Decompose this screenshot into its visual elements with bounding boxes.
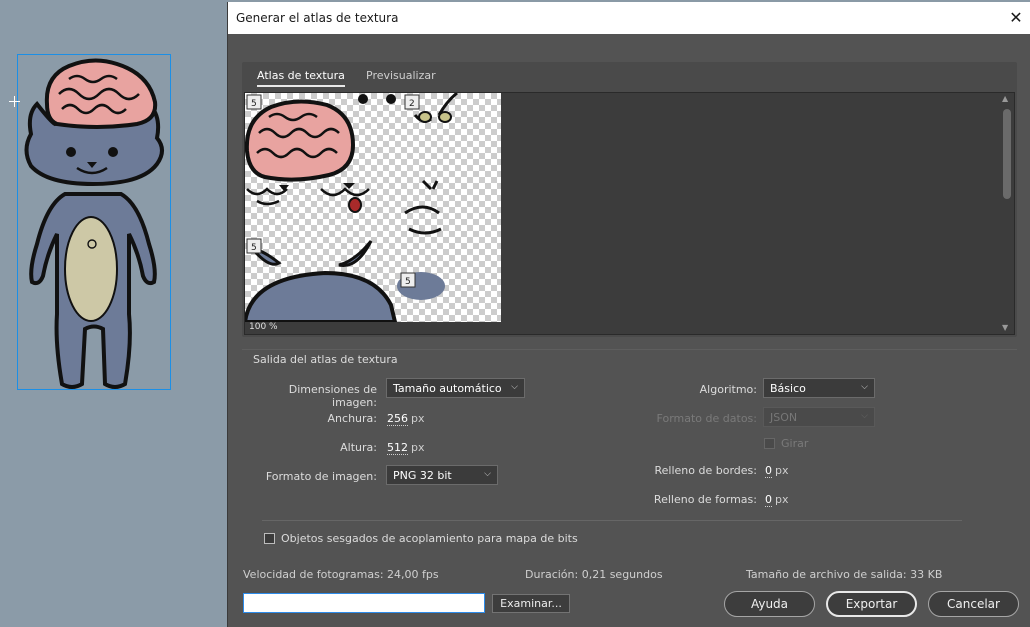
tab-panel: Atlas de textura Previsualizar 5 2 5 5 1…: [242, 62, 1017, 337]
output-settings-group: Salida del atlas de textura Dimensiones …: [242, 349, 1017, 549]
title-bar: Generar el atlas de textura ✕: [228, 2, 1030, 34]
image-format-label: Formato de imagen:: [265, 470, 377, 483]
data-format-select[interactable]: JSON ⌵: [763, 407, 875, 427]
image-format-value: PNG 32 bit: [393, 469, 452, 482]
border-padding-field[interactable]: 0 px: [765, 464, 789, 478]
scroll-up-icon[interactable]: ▲: [1002, 94, 1008, 103]
texture-atlas-dialog: Generar el atlas de textura ✕ Atlas de t…: [227, 2, 1030, 627]
stage-canvas[interactable]: [0, 0, 230, 627]
scroll-down-icon[interactable]: ▼: [1002, 323, 1008, 332]
chevron-down-icon: ⌵: [511, 382, 518, 392]
dialog-title: Generar el atlas de textura: [236, 11, 399, 25]
algorithm-label: Algoritmo:: [699, 383, 757, 396]
image-format-select[interactable]: PNG 32 bit ⌵: [386, 465, 498, 485]
atlas-canvas: 5 2 5 5: [245, 93, 501, 322]
shape-padding-field[interactable]: 0 px: [765, 493, 789, 507]
width-unit: px: [411, 412, 425, 425]
width-value[interactable]: 256: [387, 412, 408, 426]
close-icon[interactable]: ✕: [1007, 9, 1025, 27]
tab-preview[interactable]: Previsualizar: [366, 69, 436, 82]
width-field[interactable]: 256 px: [387, 412, 425, 426]
zoom-level: 100 %: [247, 322, 280, 332]
badge-1: 5: [251, 99, 257, 109]
image-dimensions-select[interactable]: Tamaño automático ⌵: [386, 378, 525, 398]
algorithm-select[interactable]: Básico ⌵: [763, 378, 875, 398]
browse-button[interactable]: Examinar...: [492, 594, 570, 613]
export-button[interactable]: Exportar: [826, 591, 917, 617]
chevron-down-icon: ⌵: [861, 382, 868, 392]
output-group-title: Salida del atlas de textura: [253, 353, 398, 366]
shape-padding-value[interactable]: 0: [765, 493, 772, 507]
bitmap-option-label[interactable]: Objetos sesgados de acoplamiento para ma…: [281, 532, 578, 545]
rotate-checkbox[interactable]: [764, 438, 775, 449]
badge-4: 5: [405, 277, 411, 287]
help-button[interactable]: Ayuda: [724, 591, 815, 617]
image-dimensions-value: Tamaño automático: [393, 382, 502, 395]
bitmap-option-checkbox[interactable]: [264, 533, 275, 544]
divider: [262, 520, 962, 521]
algorithm-value: Básico: [770, 382, 806, 395]
output-path-input[interactable]: [243, 593, 485, 613]
image-dimensions-label: Dimensiones de imagen:: [288, 383, 377, 409]
badge-2: 2: [409, 99, 415, 109]
atlas-sprites: 5 2 5 5: [245, 93, 458, 322]
registration-point-icon: [9, 96, 20, 107]
border-padding-value[interactable]: 0: [765, 464, 772, 478]
width-label: Anchura:: [327, 412, 377, 425]
chevron-down-icon: ⌵: [861, 411, 868, 421]
rotate-label: Girar: [781, 437, 809, 450]
tab-texture-atlas[interactable]: Atlas de textura: [257, 69, 345, 87]
height-label: Altura:: [340, 441, 377, 454]
shape-padding-label: Relleno de formas:: [653, 493, 757, 506]
atlas-preview: 5 2 5 5 100 % ▲ ▼: [244, 92, 1015, 335]
border-padding-unit: px: [775, 464, 789, 477]
preview-scrollbar[interactable]: ▲ ▼: [1000, 93, 1014, 334]
height-unit: px: [411, 441, 425, 454]
badge-3: 5: [251, 243, 257, 253]
height-field[interactable]: 512 px: [387, 441, 425, 455]
frame-rate-stat: Velocidad de fotogramas: 24,00 fps: [243, 568, 439, 581]
selection-box[interactable]: [17, 54, 171, 390]
duration-stat: Duración: 0,21 segundos: [525, 568, 663, 581]
border-padding-label: Relleno de bordes:: [654, 464, 757, 477]
output-size-stat: Tamaño de archivo de salida: 33 KB: [746, 568, 943, 581]
data-format-value: JSON: [770, 411, 798, 424]
chevron-down-icon: ⌵: [484, 469, 491, 479]
cancel-button[interactable]: Cancelar: [928, 591, 1019, 617]
scrollbar-thumb[interactable]: [1003, 109, 1011, 199]
height-value[interactable]: 512: [387, 441, 408, 455]
shape-padding-unit: px: [775, 493, 789, 506]
data-format-label: Formato de datos:: [656, 412, 757, 425]
